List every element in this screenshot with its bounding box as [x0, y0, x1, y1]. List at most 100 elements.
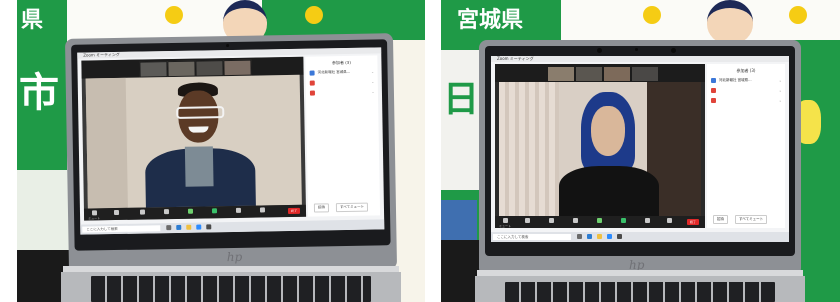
flower-mascot-icon [643, 6, 661, 24]
mic-icon: ⌁ [371, 70, 374, 75]
webcam-icon [671, 48, 676, 53]
participants-panel: 参加者 (3) 河北新報社 宮城県… ⌁ ⌁ ⌁ 招待 すべてミュート [305, 55, 381, 217]
blue-poster [441, 200, 477, 240]
laptop-lid: Zoom ミーティング ミュート 終了 参加者 (3) 河北新報社 宮城県… ⌁… [479, 40, 801, 276]
participant-name: 河北新報社 宮城県… [317, 69, 351, 75]
mute-icon[interactable] [503, 218, 508, 223]
mute-all-button[interactable]: すべてミュート [735, 215, 768, 224]
mic-icon: ⌁ [372, 90, 374, 95]
mute-all-button[interactable]: すべてミュート [335, 202, 369, 213]
panel-footer: 招待 すべてミュート [313, 202, 374, 213]
participant-avatar [309, 80, 315, 86]
participant-name: 河北新報社 宮城県… [719, 78, 752, 82]
photo-left: 県 市 Zoom ミーティング ミュート 終了 参加者 (3) 河北新報社 宮城… [17, 0, 425, 302]
keyboard-keys [505, 282, 775, 302]
video-icon[interactable] [113, 209, 120, 216]
laptop-lid: Zoom ミーティング ミュート 終了 参加者 (3) 河北新報社 宮城県… ⌁… [64, 33, 398, 275]
share-screen-icon[interactable] [211, 208, 218, 214]
speaker-shirt [184, 146, 214, 187]
speaker-face [591, 106, 625, 156]
end-meeting-button[interactable]: 終了 [687, 219, 699, 225]
task-view-icon[interactable] [166, 225, 172, 231]
banner-big-char: 日 [443, 79, 480, 120]
participants-header: 参加者 (3) [331, 59, 351, 66]
banner-text: 県 [21, 8, 44, 33]
toolbar-label: ミュート [499, 224, 512, 228]
chat-icon[interactable] [597, 218, 602, 223]
participant-thumbnail[interactable] [547, 66, 575, 82]
participants-icon[interactable] [163, 209, 170, 215]
windows-taskbar: ここに入力して検索 [491, 232, 789, 242]
participant-thumbnail[interactable] [575, 66, 603, 82]
keyboard-deck [61, 272, 401, 302]
folder-icon[interactable] [186, 224, 192, 230]
mic-icon: ⌁ [779, 99, 781, 103]
participant-row[interactable]: ⌁ [309, 89, 374, 96]
app-icon[interactable] [617, 234, 622, 239]
folder-icon[interactable] [597, 234, 602, 239]
curtain-background [499, 82, 559, 216]
security-icon[interactable] [139, 209, 146, 215]
participant-thumbnail[interactable] [631, 66, 659, 82]
zoom-app-icon[interactable] [196, 224, 202, 230]
hp-logo-icon: hp [226, 249, 243, 265]
participant-row[interactable]: ⌁ [711, 88, 781, 94]
participant-thumbnail[interactable] [167, 60, 196, 78]
security-icon[interactable] [549, 218, 554, 223]
record-icon[interactable] [235, 207, 242, 213]
mic-icon: ⌁ [371, 80, 374, 85]
participant-thumbnail[interactable] [139, 61, 168, 78]
edge-icon[interactable] [587, 234, 592, 239]
mute-icon[interactable] [91, 210, 98, 216]
participant-row[interactable]: ⌁ [309, 79, 374, 86]
participant-avatar [309, 70, 315, 76]
keyboard-deck [475, 276, 805, 302]
laptop-screen: Zoom ミーティング ミュート 終了 参加者 (3) 河北新報社 宮城県… ⌁… [77, 47, 385, 235]
character-mascot-icon [707, 0, 753, 44]
zoom-toolbar: ミュート 終了 [495, 216, 705, 228]
end-meeting-button[interactable]: 終了 [287, 207, 301, 215]
video-icon[interactable] [525, 218, 530, 223]
main-speaker-video [85, 74, 302, 209]
task-view-icon[interactable] [577, 234, 582, 239]
participants-icon[interactable] [573, 218, 578, 223]
banner-big-char: 市 [19, 70, 59, 116]
screen-bezel: Zoom ミーティング ミュート 終了 参加者 (3) 河北新報社 宮城県… ⌁… [485, 46, 795, 256]
participant-thumbnail[interactable] [223, 59, 252, 77]
main-speaker-video [499, 82, 701, 216]
windows-taskbar: ここに入力して検索 [80, 219, 385, 235]
participant-row[interactable]: 河北新報社 宮城県… ⌁ [309, 69, 374, 76]
banner-text: 宮城県 [457, 8, 524, 33]
zoom-toolbar: ミュート 終了 [83, 204, 307, 221]
participant-row[interactable]: ⌁ [711, 98, 781, 104]
participant-thumbnail[interactable] [603, 66, 631, 82]
laptop-screen: Zoom ミーティング ミュート 終了 参加者 (3) 河北新報社 宮城県… ⌁… [491, 56, 789, 242]
share-screen-icon[interactable] [621, 218, 626, 223]
zoom-app-icon[interactable] [607, 234, 612, 239]
participants-header: 参加者 (3) [736, 68, 756, 73]
webcam-icon [226, 44, 230, 48]
toolbar-label: ミュート [88, 216, 101, 221]
app-icon[interactable] [206, 224, 212, 230]
edge-icon[interactable] [176, 224, 182, 230]
participant-thumbnail[interactable] [195, 60, 224, 77]
flower-mascot-icon [789, 6, 807, 24]
thumbnail-strip [495, 64, 705, 82]
invite-button[interactable]: 招待 [713, 215, 728, 224]
speaker-shirt [559, 166, 659, 216]
flower-mascot-icon [305, 6, 323, 24]
reactions-icon[interactable] [259, 207, 266, 213]
flower-mascot-icon [165, 6, 183, 24]
photo-right: 宮城県 日 Zoom ミーティング ミュート 終了 参加者 (3) 河北新報社 … [441, 0, 840, 302]
participants-panel: 参加者 (3) 河北新報社 宮城県… ⌁ ⌁ ⌁ 招待 すべてミュート [707, 64, 785, 228]
reactions-icon[interactable] [667, 218, 672, 223]
mic-icon: ⌁ [779, 89, 781, 93]
record-icon[interactable] [645, 218, 650, 223]
mic-icon: ⌁ [779, 79, 781, 83]
chat-icon[interactable] [187, 208, 194, 214]
taskbar-search-input[interactable]: ここに入力して検索 [82, 225, 161, 233]
video-background-wall [85, 77, 128, 209]
participant-row[interactable]: 河北新報社 宮城県… ⌁ [711, 78, 781, 84]
taskbar-search-input[interactable]: ここに入力して検索 [493, 234, 571, 240]
invite-button[interactable]: 招待 [313, 203, 330, 213]
